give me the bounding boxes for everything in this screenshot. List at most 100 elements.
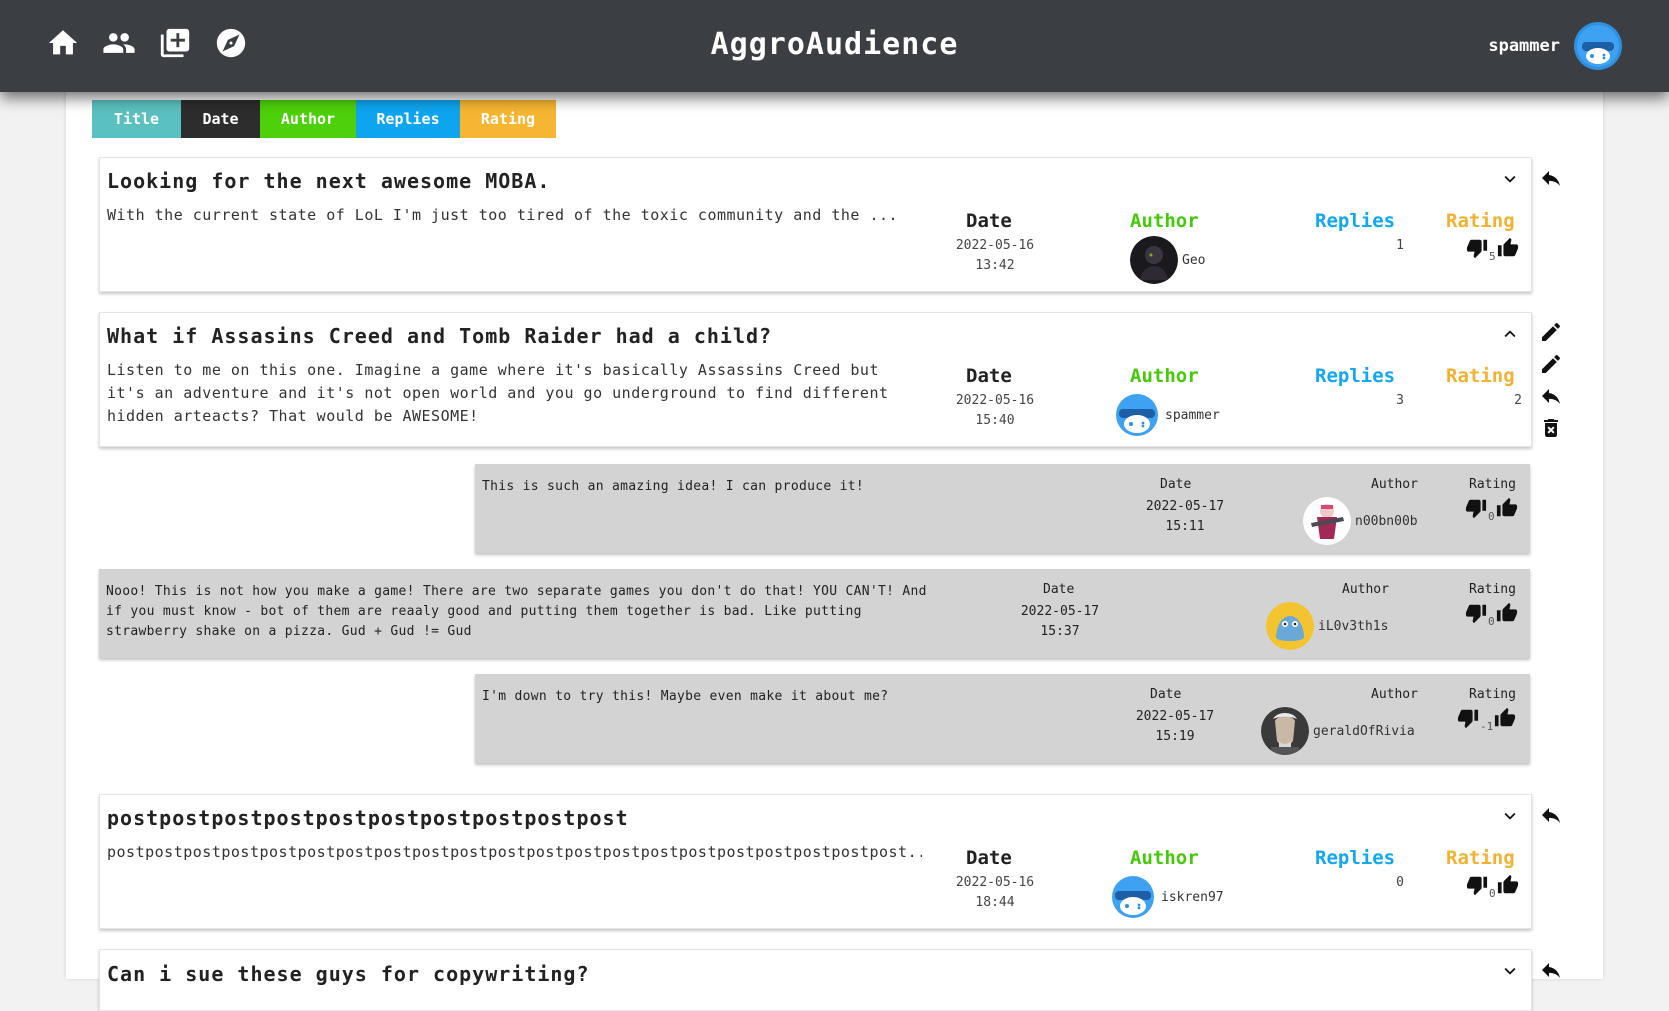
rating-label: Rating (1446, 365, 1515, 387)
reply-card[interactable]: Nooo! This is not how you make a game! T… (99, 569, 1530, 658)
replies-label: Replies (1315, 847, 1396, 869)
rating-score: 0 (1488, 510, 1495, 523)
thumb-down-icon[interactable] (1466, 874, 1488, 896)
edit-icon[interactable] (1539, 320, 1563, 344)
post-card[interactable]: Looking for the next awesome MOBA. With … (99, 157, 1532, 292)
top-nav-bar: AggroAudience spammer (0, 0, 1669, 92)
post-title[interactable]: Can i sue these guys for copywriting? (107, 962, 590, 986)
chevron-up-icon[interactable] (1499, 323, 1521, 345)
avatar[interactable] (1109, 873, 1157, 921)
author-label: Author (1371, 477, 1418, 492)
date-label: Date (1043, 582, 1075, 597)
post-title[interactable]: What if Assasins Creed and Tomb Raider h… (107, 324, 772, 348)
avatar[interactable] (1266, 602, 1314, 650)
author-label: Author (1342, 582, 1389, 597)
thumb-down-icon[interactable] (1457, 707, 1479, 729)
chevron-down-icon[interactable] (1499, 168, 1521, 190)
thumb-up-icon[interactable] (1497, 237, 1519, 259)
rating-label: Rating (1469, 477, 1516, 492)
reply-icon[interactable] (1539, 166, 1563, 190)
rating-label: Rating (1469, 687, 1516, 702)
date-label: Date (966, 210, 1012, 232)
reply-text: This is such an amazing idea! I can prod… (482, 479, 864, 494)
edit-icon[interactable] (1539, 352, 1563, 376)
avatar[interactable] (1130, 236, 1178, 284)
username-label[interactable]: spammer (1488, 36, 1560, 56)
reply-text: I'm down to try this! Maybe even make it… (482, 689, 889, 704)
post-snippet: With the current state of LoL I'm just t… (107, 206, 899, 224)
thumb-down-icon[interactable] (1465, 602, 1487, 624)
post-date: 2022-05-16 18:44 (955, 875, 1035, 910)
rating-label: Rating (1446, 847, 1515, 869)
replies-count: 0 (1396, 875, 1404, 890)
reply-icon[interactable] (1539, 958, 1563, 982)
user-avatar[interactable] (1574, 22, 1622, 70)
avatar[interactable] (1303, 497, 1351, 545)
author-name[interactable]: n00bn00b (1355, 514, 1418, 529)
replies-label: Replies (1315, 365, 1396, 387)
rating-control: 5 (1466, 237, 1519, 263)
reply-date: 2022-05-17 15:37 (1020, 604, 1100, 639)
thumb-up-icon[interactable] (1494, 707, 1516, 729)
tab-sort-date[interactable]: Date (181, 100, 260, 138)
reply-date: 2022-05-17 15:11 (1145, 499, 1225, 534)
chevron-down-icon[interactable] (1499, 805, 1521, 827)
thumb-down-icon[interactable] (1465, 497, 1487, 519)
post-title[interactable]: Looking for the next awesome MOBA. (107, 169, 550, 193)
post-date: 2022-05-16 15:40 (955, 393, 1035, 428)
rating-label: Rating (1446, 210, 1515, 232)
avatar[interactable] (1261, 707, 1309, 755)
rating-score: 0 (1488, 615, 1495, 628)
reply-icon[interactable] (1539, 384, 1563, 408)
post-snippet: Listen to me on this one. Imagine a game… (107, 361, 889, 425)
tab-sort-title[interactable]: Title (92, 100, 181, 138)
tab-sort-rating[interactable]: Rating (460, 100, 556, 138)
replies-count: 3 (1396, 393, 1404, 408)
thumb-up-icon[interactable] (1497, 874, 1519, 896)
replies-label: Replies (1315, 210, 1396, 232)
rating-control: -1 (1457, 707, 1516, 733)
replies-count: 1 (1396, 238, 1404, 253)
date-label: Date (1160, 477, 1192, 492)
reply-icon[interactable] (1539, 803, 1563, 827)
tab-sort-replies[interactable]: Replies (356, 100, 460, 138)
rating-score: 2 (1514, 393, 1522, 408)
date-label: Date (1150, 687, 1182, 702)
rating-control: 0 (1465, 497, 1518, 523)
post-card[interactable]: postpostpostpostpostpostpostpostpostpost… (99, 794, 1532, 929)
rating-label: Rating (1469, 582, 1516, 597)
thumb-up-icon[interactable] (1496, 602, 1518, 624)
author-label: Author (1130, 210, 1199, 232)
rating-control: 0 (1465, 602, 1518, 628)
reply-card[interactable]: This is such an amazing idea! I can prod… (475, 464, 1530, 553)
author-label: Author (1130, 365, 1199, 387)
delete-icon[interactable] (1539, 416, 1563, 440)
author-label: Author (1371, 687, 1418, 702)
post-title[interactable]: postpostpostpostpostpostpostpostpostpost (107, 806, 629, 830)
post-card[interactable]: Can i sue these guys for copywriting? (99, 949, 1532, 1011)
reply-card[interactable]: I'm down to try this! Maybe even make it… (475, 674, 1530, 763)
post-snippet: postpostpostpostpostpostpostpostpostpost… (107, 843, 922, 861)
thumb-down-icon[interactable] (1466, 237, 1488, 259)
tab-sort-author[interactable]: Author (260, 100, 356, 138)
post-card[interactable]: What if Assasins Creed and Tomb Raider h… (99, 312, 1532, 447)
avatar[interactable] (1113, 391, 1161, 439)
author-label: Author (1130, 847, 1199, 869)
thumb-up-icon[interactable] (1496, 497, 1518, 519)
rating-score: -1 (1480, 720, 1494, 733)
reply-text: Nooo! This is not how you make a game! T… (106, 584, 927, 639)
date-label: Date (966, 365, 1012, 387)
reply-date: 2022-05-17 15:19 (1135, 709, 1215, 744)
author-name[interactable]: Geo (1182, 253, 1205, 268)
rating-score: 0 (1489, 887, 1496, 900)
author-name[interactable]: geraldOfRivia (1313, 724, 1415, 739)
sort-tabs: Title Date Author Replies Rating (92, 100, 556, 138)
date-label: Date (966, 847, 1012, 869)
post-date: 2022-05-16 13:42 (955, 238, 1035, 273)
author-name[interactable]: iL0v3th1s (1318, 619, 1388, 634)
rating-score: 5 (1489, 250, 1496, 263)
app-title[interactable]: AggroAudience (0, 27, 1669, 62)
rating-control: 0 (1466, 874, 1519, 900)
author-name[interactable]: iskren97 (1161, 890, 1224, 905)
author-name[interactable]: spammer (1165, 408, 1220, 423)
